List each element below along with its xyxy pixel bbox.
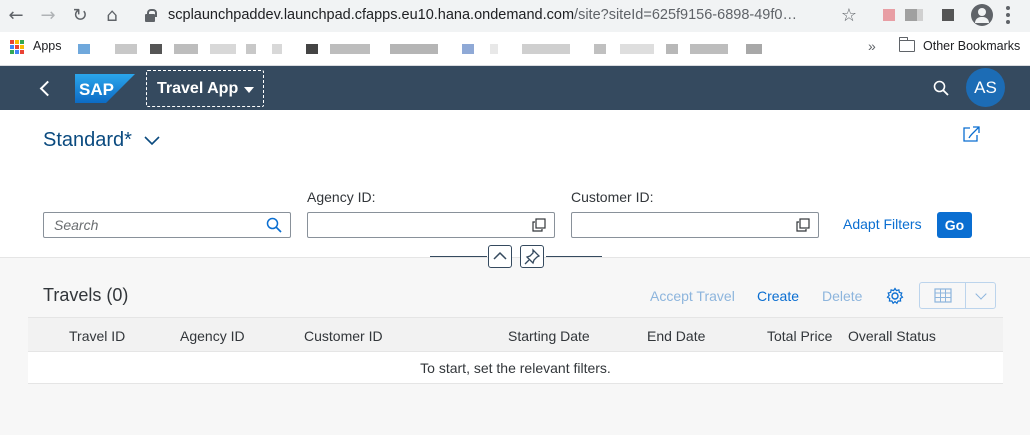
column-header-customer-id[interactable]: Customer ID [304, 328, 383, 344]
chevron-up-icon [493, 251, 507, 260]
bookmark-item[interactable] [462, 44, 474, 54]
sap-logo: SAP [75, 74, 135, 103]
home-icon[interactable]: ⌂ [100, 4, 124, 28]
bookmark-item[interactable] [690, 44, 728, 54]
reload-icon[interactable]: ↻ [68, 4, 92, 28]
back-arrow-icon[interactable]: ← [4, 4, 28, 28]
column-header-end-date[interactable]: End Date [647, 328, 705, 344]
url-text: scplaunchpaddev.launchpad.cfapps.eu10.ha… [168, 7, 797, 23]
value-help-icon[interactable] [796, 218, 810, 232]
bookmark-item[interactable] [666, 44, 678, 54]
more-bookmarks-icon[interactable]: » [868, 38, 876, 54]
profile-icon[interactable] [971, 4, 993, 26]
bookmark-item[interactable] [272, 44, 282, 54]
browser-toolbar: ← → ↻ ⌂ scplaunchpaddev.launchpad.cfapps… [0, 0, 1030, 32]
bookmark-item[interactable] [306, 44, 318, 54]
bookmark-item[interactable] [115, 44, 137, 54]
url-path: /site?siteId=625f9156-6898-49f0… [574, 7, 797, 23]
other-bookmarks[interactable]: Other Bookmarks [923, 39, 1020, 53]
pin-header-button[interactable] [520, 245, 544, 268]
table-title: Travels (0) [43, 285, 129, 305]
shell-bar: SAP Travel App [0, 66, 1030, 110]
bookmark-item[interactable] [150, 44, 162, 54]
table-header-row: Travel ID Agency ID Customer ID Starting… [28, 317, 1003, 352]
search-input[interactable]: Search [43, 212, 291, 238]
bookmark-item[interactable] [246, 44, 256, 54]
extension-icon[interactable] [942, 9, 954, 21]
pin-icon [524, 248, 541, 265]
chevron-down-icon[interactable] [144, 132, 160, 148]
caret-down-icon [244, 87, 254, 93]
bookmark-item[interactable] [620, 44, 654, 54]
user-avatar[interactable]: AS [966, 68, 1005, 107]
header-divider-line [546, 256, 602, 257]
extension-icon[interactable] [883, 9, 895, 21]
lock-icon [145, 9, 157, 22]
no-data-message: To start, set the relevant filters. [420, 360, 611, 376]
page-header: Standard* Search Agency ID: Customer ID:… [0, 110, 1030, 268]
folder-icon [898, 37, 915, 52]
bookmark-item[interactable] [210, 44, 236, 54]
address-bar[interactable]: scplaunchpaddev.launchpad.cfapps.eu10.ha… [135, 2, 863, 30]
variant-title[interactable]: Standard* [43, 129, 132, 152]
create-button[interactable]: Create [757, 288, 799, 304]
go-button[interactable]: Go [937, 212, 972, 238]
bookmark-item[interactable] [78, 44, 90, 54]
browser-menu-icon[interactable] [1006, 6, 1010, 24]
bookmark-item[interactable] [594, 44, 606, 54]
export-split-button[interactable] [919, 282, 996, 309]
apps-bookmark[interactable]: Apps [33, 39, 62, 53]
gear-icon[interactable] [886, 287, 904, 305]
column-header-agency-id[interactable]: Agency ID [180, 328, 245, 344]
column-header-total-price[interactable]: Total Price [767, 328, 832, 344]
extension-icon[interactable] [917, 9, 923, 21]
bookmark-item[interactable] [174, 44, 198, 54]
agency-id-label: Agency ID: [307, 189, 376, 205]
svg-text:SAP: SAP [79, 80, 114, 99]
column-header-overall-status[interactable]: Overall Status [848, 328, 936, 344]
customer-id-label: Customer ID: [571, 189, 654, 205]
delete-button[interactable]: Delete [822, 288, 862, 304]
share-icon[interactable] [962, 126, 980, 142]
accept-travel-button[interactable]: Accept Travel [650, 288, 735, 304]
bookmark-star-icon[interactable]: ☆ [841, 5, 857, 26]
collapse-header-button[interactable] [488, 245, 512, 268]
extension-icon[interactable] [905, 9, 917, 21]
customer-id-input[interactable] [571, 212, 819, 238]
bookmark-item[interactable] [390, 44, 438, 54]
back-chevron-icon[interactable] [36, 78, 56, 98]
export-spreadsheet-icon[interactable] [934, 288, 952, 303]
value-help-icon[interactable] [532, 218, 546, 232]
bookmarks-bar: Apps » Other Bookmarks [0, 32, 1030, 66]
search-icon[interactable] [933, 80, 949, 96]
bookmark-item[interactable] [490, 44, 498, 54]
column-header-travel-id[interactable]: Travel ID [69, 328, 125, 344]
header-divider-line [430, 256, 487, 257]
apps-grid-icon[interactable] [10, 40, 24, 54]
agency-id-input[interactable] [307, 212, 555, 238]
app-title-menu-button[interactable]: Travel App [146, 70, 264, 107]
bookmark-item[interactable] [330, 44, 370, 54]
column-header-starting-date[interactable]: Starting Date [508, 328, 590, 344]
split-divider [965, 283, 966, 308]
table-no-data-row: To start, set the relevant filters. [28, 352, 1003, 384]
bookmark-item[interactable] [522, 44, 570, 54]
search-icon[interactable] [266, 217, 282, 233]
adapt-filters-button[interactable]: Adapt Filters [843, 216, 922, 232]
chevron-down-icon[interactable] [975, 288, 987, 300]
forward-arrow-icon[interactable]: → [36, 4, 60, 28]
search-placeholder: Search [54, 217, 99, 233]
url-host: scplaunchpaddev.launchpad.cfapps.eu10.ha… [168, 7, 575, 23]
bookmark-item[interactable] [746, 44, 762, 54]
app-title: Travel App [157, 80, 239, 97]
